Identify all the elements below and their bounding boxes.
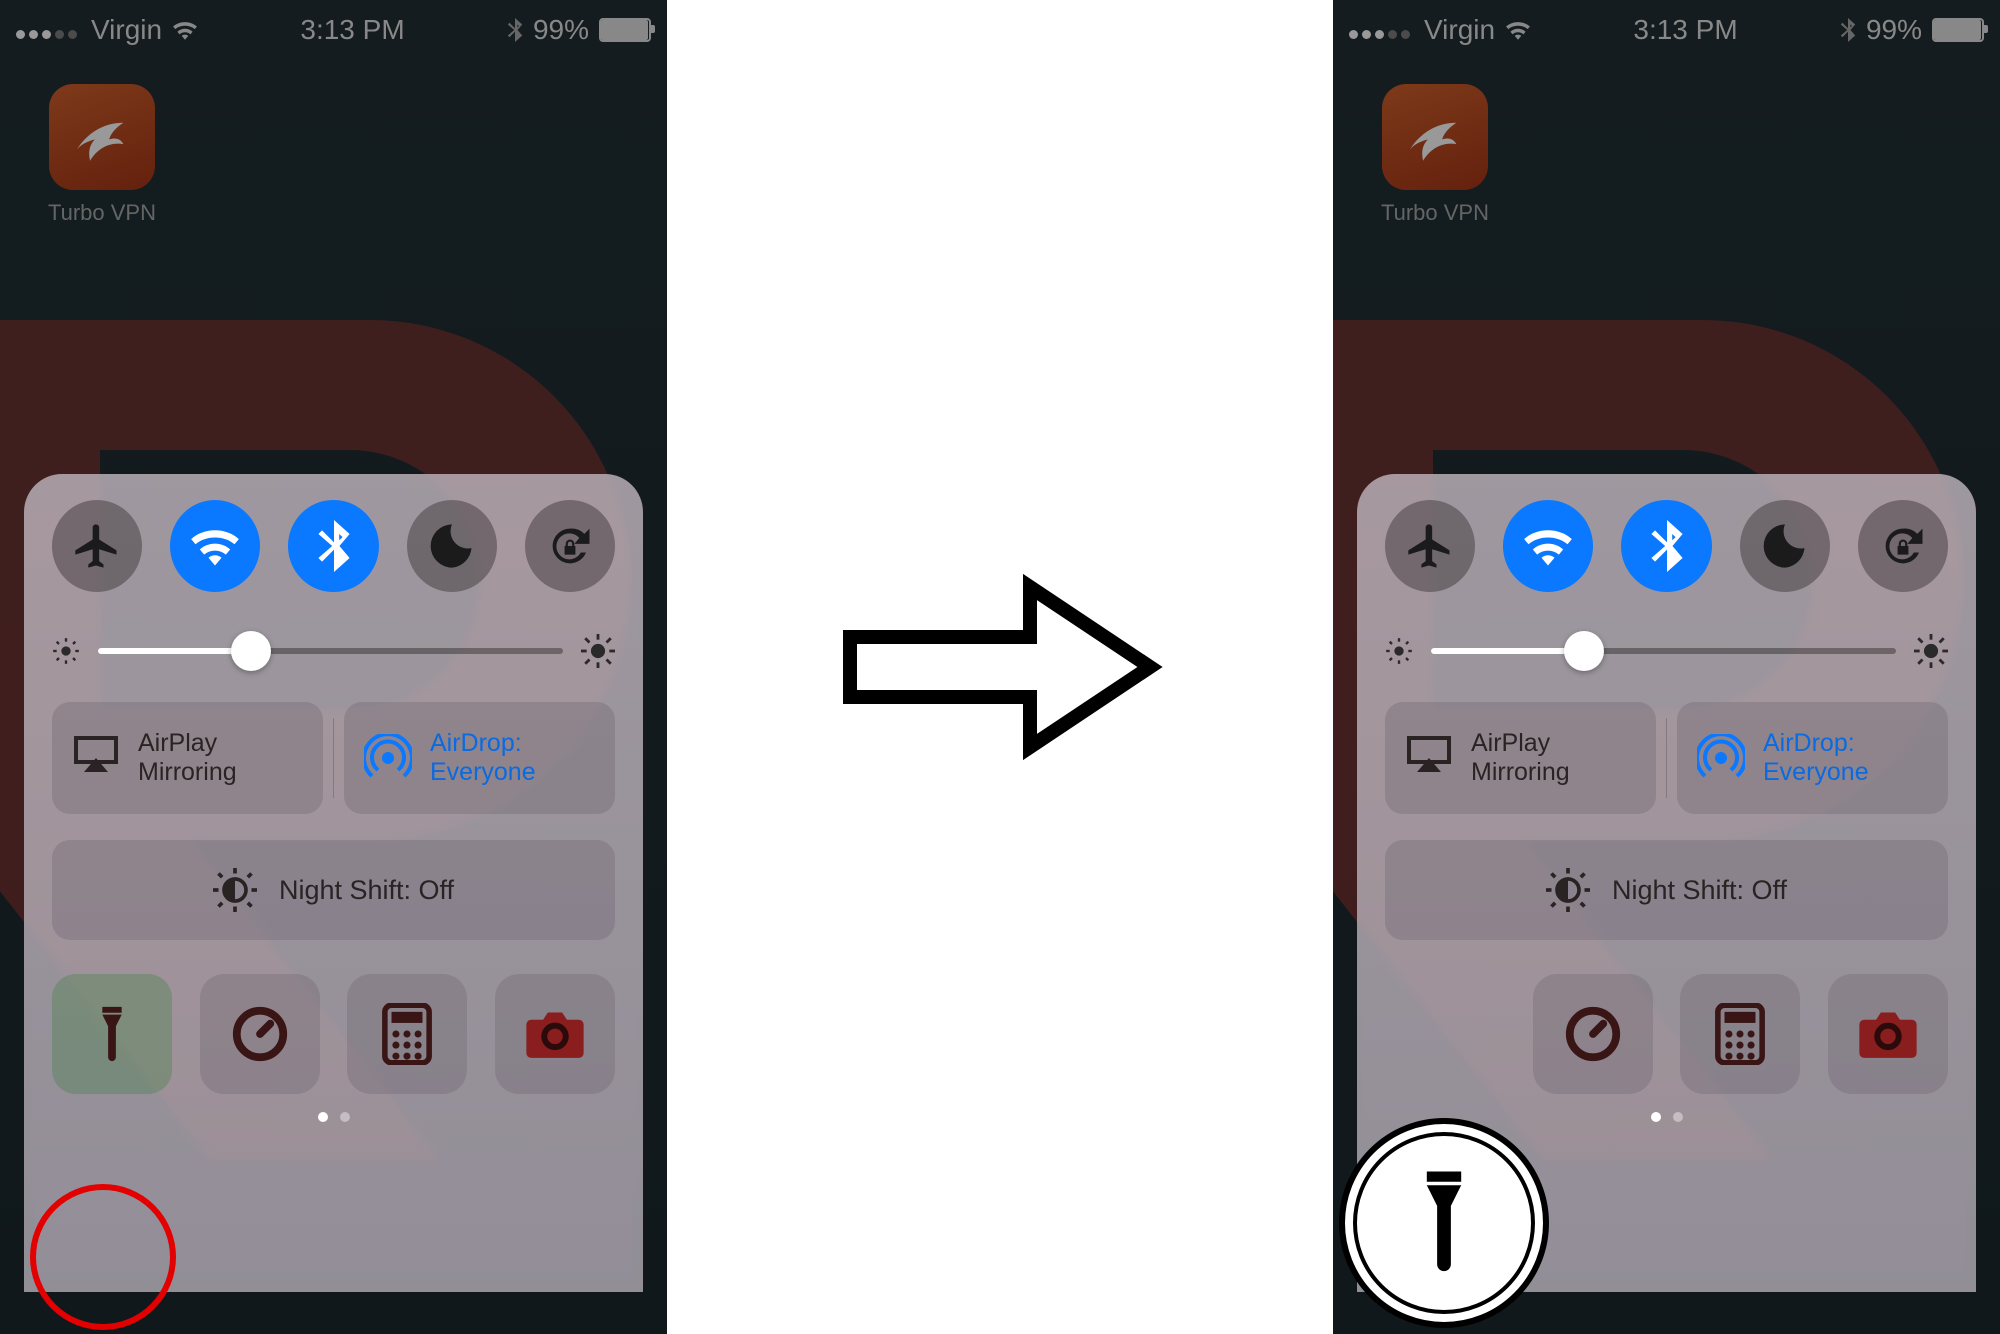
status-bar: Virgin 3:13 PM 99% bbox=[1333, 0, 2000, 60]
airdrop-icon bbox=[364, 734, 412, 782]
calculator-button[interactable] bbox=[347, 974, 467, 1094]
wifi-toggle[interactable] bbox=[170, 500, 260, 592]
bluetooth-status-icon bbox=[1840, 18, 1856, 42]
night-shift-icon bbox=[213, 868, 257, 912]
airplay-l2: Mirroring bbox=[138, 758, 237, 787]
brightness-high-icon bbox=[1914, 634, 1948, 668]
camera-button[interactable] bbox=[1828, 974, 1948, 1094]
airplane-toggle[interactable] bbox=[52, 500, 142, 592]
airdrop-icon bbox=[1697, 734, 1745, 782]
wifi-status-icon bbox=[1505, 20, 1531, 40]
airplay-l2: Mirroring bbox=[1471, 758, 1570, 787]
turbo-vpn-icon bbox=[49, 84, 155, 190]
timer-button[interactable] bbox=[200, 974, 320, 1094]
battery-pct-label: 99% bbox=[1866, 14, 1922, 46]
clock-label: 3:13 PM bbox=[300, 14, 404, 46]
dnd-toggle[interactable] bbox=[1740, 500, 1830, 592]
card-divider bbox=[333, 718, 334, 798]
night-shift-label: Night Shift: Off bbox=[279, 875, 454, 906]
night-shift-button[interactable]: Night Shift: Off bbox=[52, 840, 615, 940]
bluetooth-status-icon bbox=[507, 18, 523, 42]
calculator-button[interactable] bbox=[1680, 974, 1800, 1094]
airplay-l1: AirPlay bbox=[138, 729, 237, 758]
bluetooth-toggle[interactable] bbox=[288, 500, 378, 592]
turbo-vpn-icon bbox=[1382, 84, 1488, 190]
wifi-status-icon bbox=[172, 20, 198, 40]
toggle-row bbox=[52, 500, 615, 592]
rotation-lock-toggle[interactable] bbox=[1858, 500, 1948, 592]
page-dots bbox=[52, 1112, 615, 1122]
brightness-high-icon bbox=[581, 634, 615, 668]
airplay-button[interactable]: AirPlayMirroring bbox=[52, 702, 323, 814]
airdrop-button[interactable]: AirDrop:Everyone bbox=[344, 702, 615, 814]
flashlight-button[interactable] bbox=[52, 974, 172, 1094]
airdrop-l2: Everyone bbox=[430, 758, 536, 787]
night-shift-icon bbox=[1546, 868, 1590, 912]
app-turbo-vpn[interactable]: Turbo VPN bbox=[1377, 84, 1493, 226]
carrier-label: Virgin bbox=[1424, 14, 1495, 46]
brightness-low-icon bbox=[52, 637, 80, 665]
signal-dots-icon bbox=[1349, 14, 1414, 46]
airdrop-l1: AirDrop: bbox=[1763, 729, 1869, 758]
brightness-thumb[interactable] bbox=[1564, 631, 1604, 671]
toggle-row bbox=[1385, 500, 1948, 592]
airdrop-l1: AirDrop: bbox=[430, 729, 536, 758]
night-shift-button[interactable]: Night Shift: Off bbox=[1385, 840, 1948, 940]
phone-right: Virgin 3:13 PM 99% Turbo VPN bbox=[1333, 0, 2000, 1334]
app-turbo-vpn[interactable]: Turbo VPN bbox=[44, 84, 160, 226]
dnd-toggle[interactable] bbox=[407, 500, 497, 592]
brightness-low-icon bbox=[1385, 637, 1413, 665]
airdrop-l2: Everyone bbox=[1763, 758, 1869, 787]
airplay-button[interactable]: AirPlayMirroring bbox=[1385, 702, 1656, 814]
signal-dots-icon bbox=[16, 14, 81, 46]
battery-icon bbox=[1932, 18, 1984, 42]
phone-left: Virgin 3:13 PM 99% Turbo VPN bbox=[0, 0, 667, 1334]
control-center[interactable]: AirPlayMirroring AirDrop:Everyone Night … bbox=[24, 474, 643, 1292]
airplay-icon bbox=[72, 734, 120, 782]
status-bar: Virgin 3:13 PM 99% bbox=[0, 0, 667, 60]
camera-button[interactable] bbox=[495, 974, 615, 1094]
brightness-track[interactable] bbox=[1431, 648, 1896, 654]
card-divider bbox=[1666, 718, 1667, 798]
airplay-l1: AirPlay bbox=[1471, 729, 1570, 758]
bluetooth-toggle[interactable] bbox=[1621, 500, 1711, 592]
clock-label: 3:13 PM bbox=[1633, 14, 1737, 46]
brightness-slider[interactable] bbox=[52, 634, 615, 668]
night-shift-label: Night Shift: Off bbox=[1612, 875, 1787, 906]
brightness-track[interactable] bbox=[98, 648, 563, 654]
app-label: Turbo VPN bbox=[1381, 200, 1489, 226]
brightness-slider[interactable] bbox=[1385, 634, 1948, 668]
battery-icon bbox=[599, 18, 651, 42]
flashlight-3dtouch-pop[interactable] bbox=[1339, 1118, 1549, 1328]
airplay-icon bbox=[1405, 734, 1453, 782]
rotation-lock-toggle[interactable] bbox=[525, 500, 615, 592]
flashlight-icon bbox=[1398, 1168, 1490, 1278]
timer-button[interactable] bbox=[1533, 974, 1653, 1094]
wifi-toggle[interactable] bbox=[1503, 500, 1593, 592]
airdrop-button[interactable]: AirDrop:Everyone bbox=[1677, 702, 1948, 814]
airplane-toggle[interactable] bbox=[1385, 500, 1475, 592]
arrow-icon bbox=[820, 557, 1180, 777]
carrier-label: Virgin bbox=[91, 14, 162, 46]
brightness-thumb[interactable] bbox=[231, 631, 271, 671]
app-label: Turbo VPN bbox=[48, 200, 156, 226]
battery-pct-label: 99% bbox=[533, 14, 589, 46]
